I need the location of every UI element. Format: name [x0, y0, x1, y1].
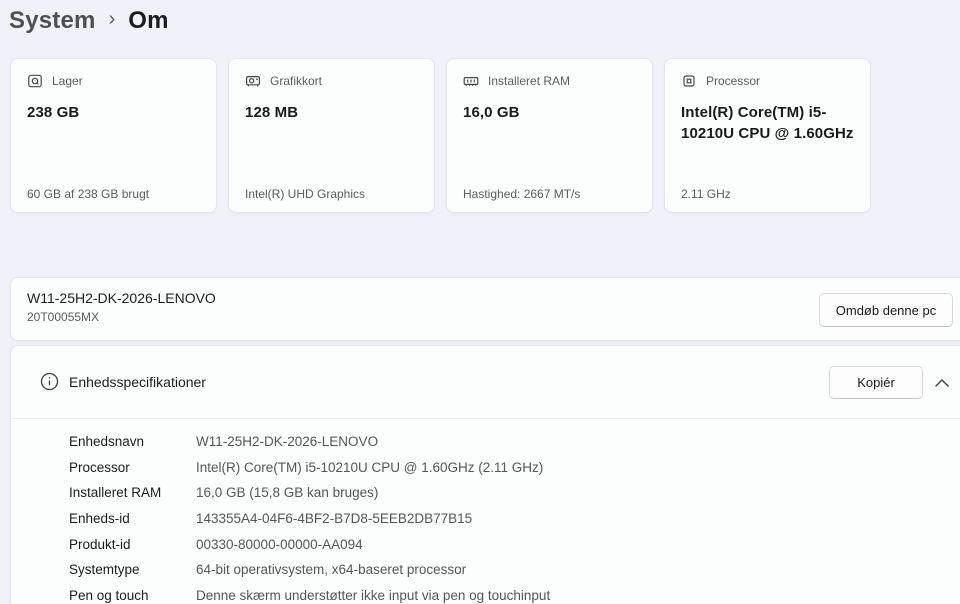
spec-value: W11-25H2-DK-2026-LENOVO	[196, 434, 379, 450]
breadcrumb-chevron-icon: ›	[108, 8, 116, 30]
graphics-card-label: Grafikkort	[270, 74, 323, 88]
spec-value: 143355A4-04F6-4BF2-B7D8-5EEB2DB77B15	[196, 511, 473, 527]
chevron-up-icon[interactable]	[928, 372, 956, 394]
spec-row-system-type: Systemtype 64-bit operativsystem, x64-ba…	[11, 557, 960, 583]
spec-row-pen-touch: Pen og touch Denne skærm understøtter ik…	[11, 583, 960, 604]
ram-icon	[463, 76, 479, 86]
gpu-icon	[246, 75, 261, 87]
spec-label: Enhedsnavn	[69, 434, 145, 450]
device-model: 20T00055MX	[27, 310, 100, 324]
device-name: W11-25H2-DK-2026-LENOVO	[27, 290, 216, 306]
spec-value: 64-bit operativsystem, x64-baseret proce…	[196, 562, 467, 578]
spec-label: Installeret RAM	[69, 485, 162, 501]
ram-card: Installeret RAM 16,0 GB Hastighed: 2667 …	[446, 58, 653, 213]
spec-value: Denne skærm understøtter ikke input via …	[196, 587, 551, 603]
graphics-card-value: 128 MB	[245, 104, 299, 121]
summary-cards: Lager 238 GB 60 GB af 238 GB brugt Grafi…	[10, 58, 871, 213]
storage-card-value: 238 GB	[27, 104, 80, 121]
spec-label: Produkt-id	[69, 536, 131, 552]
storage-card-label: Lager	[52, 74, 83, 88]
device-specs-expander-header[interactable]: Enhedsspecifikationer Kopiér	[11, 346, 960, 418]
graphics-card-footer: Intel(R) UHD Graphics	[245, 187, 366, 201]
settings-about-page: System › Om Lager 238 GB 60 GB af 238 GB…	[0, 0, 960, 604]
copy-button[interactable]: Kopiér	[829, 366, 923, 399]
ram-card-value: 16,0 GB	[463, 104, 520, 121]
spec-label: Processor	[69, 459, 130, 475]
device-specs-table: Enhedsnavn W11-25H2-DK-2026-LENOVO Proce…	[11, 419, 960, 604]
spec-row-processor: Processor Intel(R) Core(TM) i5-10210U CP…	[11, 455, 960, 481]
breadcrumb: System › Om	[9, 2, 169, 40]
device-specs-card: Enhedsspecifikationer Kopiér Enhedsnavn …	[10, 345, 960, 604]
spec-value: 00330-80000-00000-AA094	[196, 536, 363, 552]
spec-label: Systemtype	[69, 562, 140, 578]
spec-value: Intel(R) Core(TM) i5-10210U CPU @ 1.60GH…	[196, 459, 544, 475]
info-icon	[40, 372, 59, 391]
spec-value: 16,0 GB (15,8 GB kan bruges)	[196, 485, 379, 501]
page-title: Om	[128, 7, 169, 34]
processor-card-footer: 2.11 GHz	[681, 187, 731, 201]
spec-label: Pen og touch	[69, 587, 149, 603]
ram-card-footer: Hastighed: 2667 MT/s	[463, 187, 581, 201]
graphics-card: Grafikkort 128 MB Intel(R) UHD Graphics	[228, 58, 435, 213]
processor-card-label: Processor	[706, 74, 761, 88]
storage-card-footer: 60 GB af 238 GB brugt	[27, 187, 150, 201]
processor-card: Processor Intel(R) Core(TM) i5-10210U CP…	[664, 58, 871, 213]
spec-row-device-id: Enheds-id 143355A4-04F6-4BF2-B7D8-5EEB2D…	[11, 506, 960, 532]
device-name-card: W11-25H2-DK-2026-LENOVO 20T00055MX Omdøb…	[10, 277, 960, 341]
storage-icon	[28, 74, 42, 88]
spec-row-device-name: Enhedsnavn W11-25H2-DK-2026-LENOVO	[11, 429, 960, 455]
spec-row-product-id: Produkt-id 00330-80000-00000-AA094	[11, 531, 960, 557]
storage-card: Lager 238 GB 60 GB af 238 GB brugt	[10, 58, 217, 213]
spec-label: Enheds-id	[69, 511, 130, 527]
ram-card-label: Installeret RAM	[488, 74, 571, 88]
rename-pc-button[interactable]: Omdøb denne pc	[819, 293, 953, 327]
processor-card-value: Intel(R) Core(TM) i5-10210U CPU @ 1.60GH…	[681, 104, 854, 142]
device-specs-title: Enhedsspecifikationer	[69, 374, 206, 390]
spec-row-ram: Installeret RAM 16,0 GB (15,8 GB kan bru…	[11, 480, 960, 506]
breadcrumb-system[interactable]: System	[9, 7, 96, 35]
cpu-icon	[683, 75, 695, 87]
